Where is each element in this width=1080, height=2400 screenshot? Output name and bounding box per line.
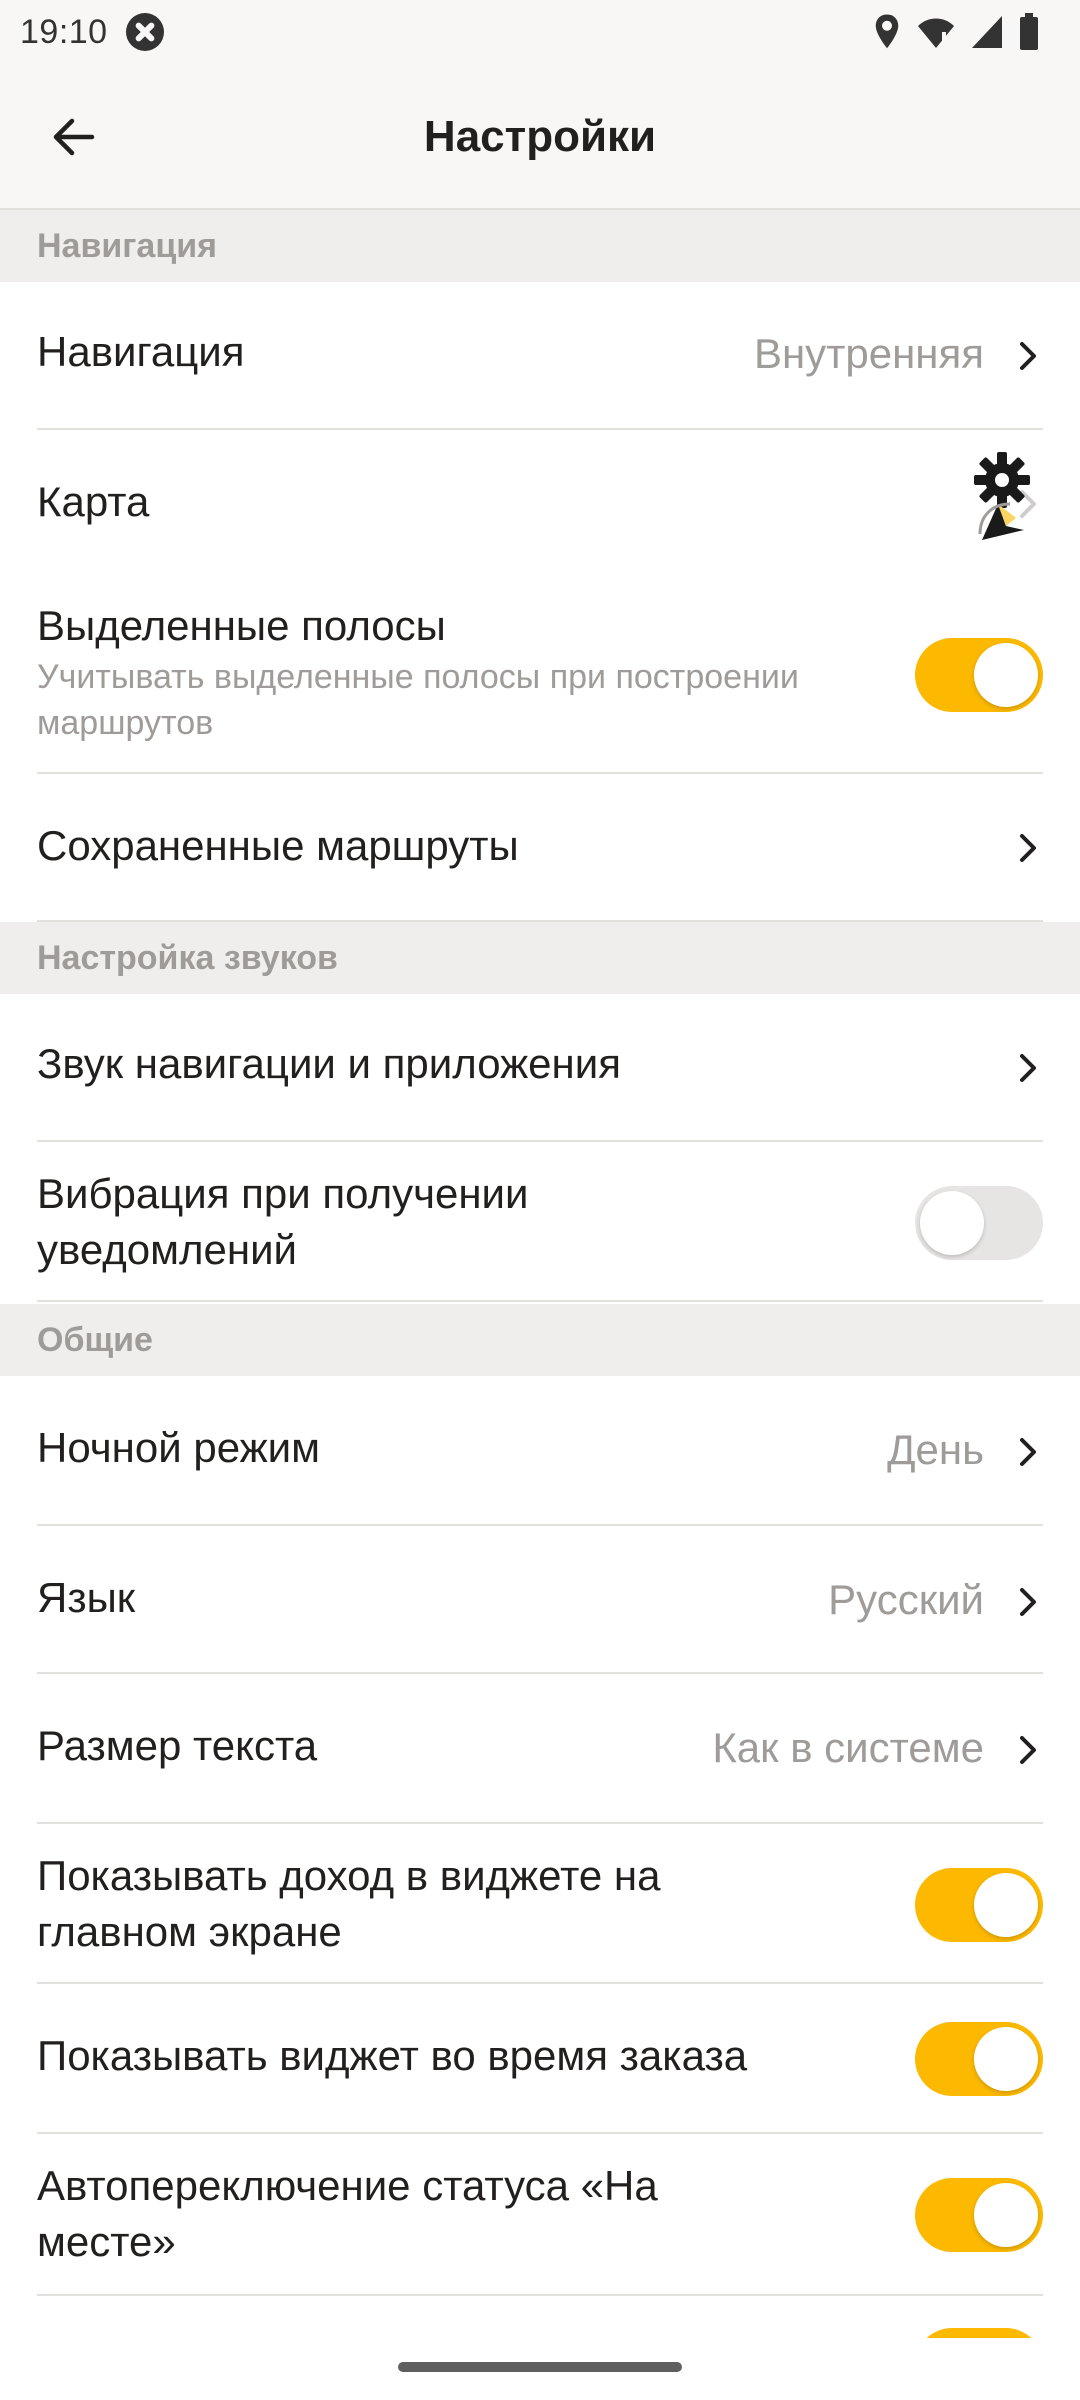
section-header-sounds: Настройка звуков (0, 922, 1080, 994)
divider (37, 1300, 1043, 1302)
map-cursor-icon (976, 494, 1030, 549)
setting-text-size[interactable]: Размер текста Как в системе (0, 1674, 1080, 1824)
setting-navigation-sound-label: Звук навигации и приложения (37, 1040, 621, 1087)
chevron-right-icon (1012, 1730, 1044, 1770)
setting-navigation-sound[interactable]: Звук навигации и приложения (0, 994, 1080, 1142)
setting-map-label: Карта (37, 478, 150, 525)
setting-income-widget-label: Показывать доход в виджете на главном эк… (37, 1852, 661, 1955)
back-button[interactable] (36, 104, 112, 170)
battery-icon (1020, 13, 1038, 50)
setting-navigation-label: Навигация (37, 328, 245, 375)
setting-map[interactable]: Карта (0, 430, 1080, 578)
setting-order-widget-label: Показывать виджет во время заказа (37, 2032, 748, 2079)
chevron-right-icon (1012, 1582, 1044, 1622)
chevron-right-icon (1012, 1432, 1044, 1472)
setting-navigation-value: Внутренняя (753, 330, 984, 377)
next-toggle-peek (915, 2328, 1043, 2338)
setting-night-mode-value: День (887, 1426, 984, 1473)
setting-dedicated-lanes-label: Выделенные полосы (37, 602, 446, 649)
setting-saved-routes-label: Сохраненные маршруты (37, 822, 519, 869)
divider (37, 2294, 1043, 2296)
setting-night-mode[interactable]: Ночной режим День (0, 1376, 1080, 1526)
setting-dedicated-lanes-subtitle: Учитывать выделенные полосы при построен… (37, 658, 799, 742)
toggle-knob (974, 1873, 1038, 1937)
auto-status-toggle[interactable] (915, 2178, 1043, 2252)
setting-order-widget: Показывать виджет во время заказа (0, 1984, 1080, 2134)
setting-language-value: Русский (828, 1576, 984, 1623)
toggle-knob (974, 2183, 1038, 2247)
setting-income-widget: Показывать доход в виджете на главном эк… (0, 1824, 1080, 1984)
setting-navigation[interactable]: Навигация Внутренняя (0, 282, 1080, 430)
section-header-general: Общие (0, 1304, 1080, 1376)
toggle-knob (974, 643, 1038, 707)
setting-night-mode-label: Ночной режим (37, 1424, 321, 1471)
arrow-left-icon (53, 118, 95, 156)
income-widget-toggle[interactable] (915, 1868, 1043, 1942)
location-icon (875, 14, 899, 49)
toggle-knob (974, 2027, 1038, 2091)
setting-auto-status: Автопереключение статуса «На месте» (0, 2134, 1080, 2296)
app-bar: Настройки (0, 64, 1080, 210)
setting-text-size-label: Размер текста (37, 1722, 318, 1769)
setting-saved-routes[interactable]: Сохраненные маршруты (0, 774, 1080, 922)
status-bar: 19:10 (0, 0, 1080, 64)
wifi-icon (918, 18, 954, 48)
chevron-right-icon (1012, 828, 1044, 868)
vibration-toggle[interactable] (915, 1186, 1043, 1260)
status-time: 19:10 (20, 12, 108, 51)
setting-vibration: Вибрация при получении уведомлений (0, 1142, 1080, 1302)
setting-dedicated-lanes: Выделенные полосы Учитывать выделенные п… (0, 578, 1080, 774)
home-indicator[interactable] (398, 2362, 682, 2372)
order-widget-toggle[interactable] (915, 2022, 1043, 2096)
chevron-right-icon (1012, 1048, 1044, 1088)
toggle-knob (920, 1191, 984, 1255)
setting-text-size-value: Как в системе (712, 1724, 984, 1771)
setting-vibration-label: Вибрация при получении уведомлений (37, 1170, 529, 1273)
dedicated-lanes-toggle[interactable] (915, 638, 1043, 712)
page-title: Настройки (423, 112, 657, 161)
section-header-navigation: Навигация (0, 210, 1080, 282)
notification-x-icon (125, 13, 164, 51)
setting-language-label: Язык (37, 1574, 136, 1621)
chevron-right-icon (1012, 336, 1044, 376)
cell-signal-icon (972, 16, 1002, 48)
setting-auto-status-label: Автопереключение статуса «На месте» (37, 2162, 658, 2265)
setting-language[interactable]: Язык Русский (0, 1526, 1080, 1674)
